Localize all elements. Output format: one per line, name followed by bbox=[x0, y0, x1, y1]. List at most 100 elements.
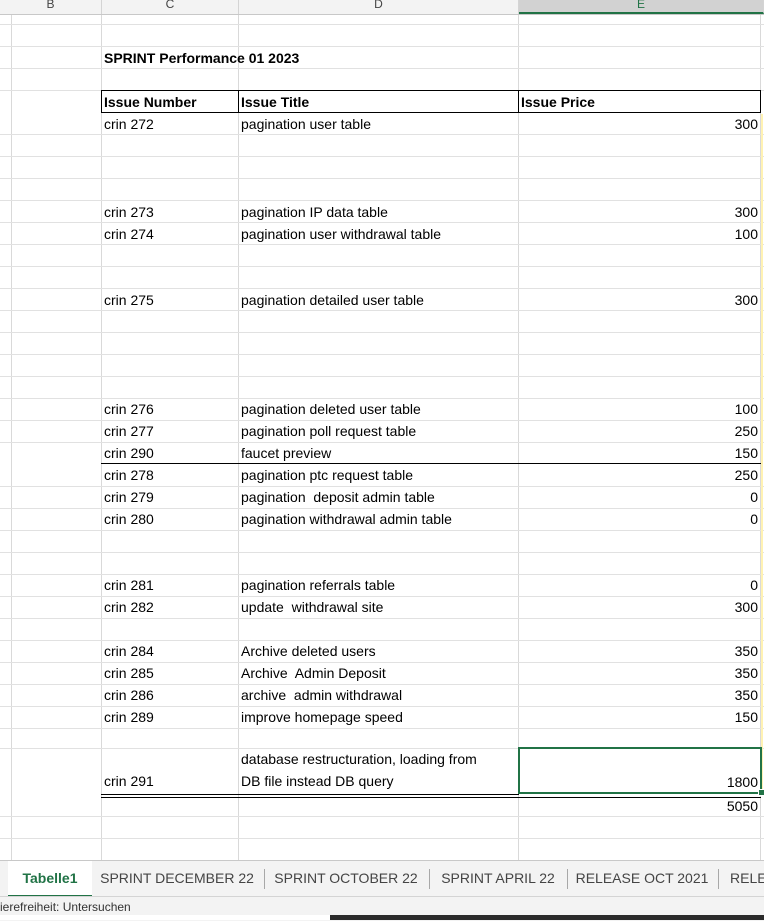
tab-separator bbox=[429, 869, 430, 889]
gridline bbox=[0, 244, 764, 245]
issue-title-cell[interactable]: pagination referrals table bbox=[241, 575, 395, 595]
tab-sprint-december-22[interactable]: SPRINT DECEMBER 22 bbox=[94, 861, 260, 895]
issue-price-cell[interactable]: 350 bbox=[521, 641, 758, 661]
header-issue-price[interactable]: Issue Price bbox=[521, 92, 595, 112]
tab-release-oct-2021[interactable]: RELEASE OCT 2021 bbox=[571, 861, 713, 895]
issue-title-cell-line2[interactable]: DB file instead DB query bbox=[241, 771, 394, 791]
issue-title-cell[interactable]: pagination user withdrawal table bbox=[241, 224, 441, 244]
row-border bbox=[101, 463, 761, 464]
tab-tabelle1[interactable]: Tabelle1 bbox=[8, 861, 92, 898]
gridline bbox=[0, 618, 764, 619]
issue-number-cell[interactable]: crin 277 bbox=[104, 421, 154, 441]
issue-price-cell[interactable]: 250 bbox=[521, 421, 758, 441]
issue-title-cell[interactable]: pagination user table bbox=[241, 114, 371, 134]
gridline bbox=[0, 332, 764, 333]
issue-title-cell[interactable]: pagination deleted user table bbox=[241, 399, 421, 419]
fill-handle[interactable] bbox=[758, 789, 764, 796]
gridline bbox=[0, 178, 764, 179]
issue-number-cell[interactable]: crin 289 bbox=[104, 707, 154, 727]
tab-sprint-october-22[interactable]: SPRINT OCTOBER 22 bbox=[268, 861, 424, 895]
issue-title-cell[interactable]: update withdrawal site bbox=[241, 597, 383, 617]
issue-number-cell[interactable]: crin 284 bbox=[104, 641, 154, 661]
gridline bbox=[0, 728, 764, 729]
issue-title-cell[interactable]: faucet preview bbox=[241, 443, 331, 463]
column-header-b[interactable]: B bbox=[0, 0, 102, 14]
gridline bbox=[0, 200, 764, 201]
column-header-d[interactable]: D bbox=[239, 0, 519, 14]
sheet-tab-bar: Tabelle1 SPRINT DECEMBER 22 SPRINT OCTOB… bbox=[0, 860, 764, 898]
issue-price-cell[interactable]: 300 bbox=[521, 114, 758, 134]
issue-price-cell[interactable]: 150 bbox=[521, 443, 758, 463]
issue-title-cell[interactable]: pagination detailed user table bbox=[241, 290, 424, 310]
issue-number-cell[interactable]: crin 281 bbox=[104, 575, 154, 595]
issue-price-cell[interactable]: 350 bbox=[521, 663, 758, 683]
issue-price-cell[interactable]: 100 bbox=[521, 224, 758, 244]
column-header-c[interactable]: C bbox=[102, 0, 239, 14]
issue-title-cell[interactable]: pagination poll request table bbox=[241, 421, 416, 441]
gridline bbox=[0, 156, 764, 157]
issue-number-cell[interactable]: crin 273 bbox=[104, 202, 154, 222]
issue-number-cell[interactable]: crin 280 bbox=[104, 509, 154, 529]
gridline bbox=[0, 838, 764, 839]
accessibility-status[interactable]: ierefreiheit: Untersuchen bbox=[0, 897, 131, 917]
column-header-e[interactable]: E bbox=[519, 0, 764, 14]
issue-number-cell[interactable]: crin 275 bbox=[104, 290, 154, 310]
issue-title-cell[interactable]: pagination ptc request table bbox=[241, 465, 413, 485]
issue-title-cell[interactable]: Archive Admin Deposit bbox=[241, 663, 386, 683]
header-border bbox=[238, 90, 239, 113]
issue-number-cell[interactable]: crin 272 bbox=[104, 114, 154, 134]
header-top-border bbox=[101, 90, 761, 91]
issue-number-cell[interactable]: crin 285 bbox=[104, 663, 154, 683]
header-issue-number[interactable]: Issue Number bbox=[104, 92, 197, 112]
header-issue-title[interactable]: Issue Title bbox=[241, 92, 309, 112]
issue-title-cell[interactable]: pagination IP data table bbox=[241, 202, 388, 222]
gridline bbox=[101, 15, 102, 860]
issue-price-cell[interactable]: 300 bbox=[521, 597, 758, 617]
issue-price-cell[interactable]: 300 bbox=[521, 290, 758, 310]
issue-title-cell[interactable]: improve homepage speed bbox=[241, 707, 403, 727]
gridline bbox=[11, 15, 12, 860]
column-header-label: B bbox=[46, 0, 55, 11]
spreadsheet-grid[interactable]: B C D E SPRINT Performance 01 2023 Issue… bbox=[0, 0, 764, 860]
issue-number-cell[interactable]: crin 276 bbox=[104, 399, 154, 419]
cell-highlight-edge bbox=[761, 114, 763, 794]
issue-price-cell[interactable]: 100 bbox=[521, 399, 758, 419]
gridline bbox=[0, 266, 764, 267]
issue-title-cell-line1[interactable]: database restructuration, loading from bbox=[241, 749, 477, 769]
issue-title-cell[interactable]: pagination withdrawal admin table bbox=[241, 509, 452, 529]
issue-price-cell[interactable]: 150 bbox=[521, 707, 758, 727]
issue-title-cell[interactable]: pagination deposit admin table bbox=[241, 487, 435, 507]
gridline bbox=[518, 15, 519, 860]
column-header-label: C bbox=[165, 0, 175, 11]
issue-number-cell[interactable]: crin 278 bbox=[104, 465, 154, 485]
tab-separator bbox=[567, 869, 568, 889]
issue-number-cell[interactable]: crin 279 bbox=[104, 487, 154, 507]
issue-price-cell[interactable]: 300 bbox=[521, 202, 758, 222]
tab-sprint-april-22[interactable]: SPRINT APRIL 22 bbox=[433, 861, 563, 895]
issue-number-cell[interactable]: crin 274 bbox=[104, 224, 154, 244]
column-header-bar: B C D E bbox=[0, 0, 764, 15]
issue-price-cell[interactable]: 350 bbox=[521, 685, 758, 705]
sheet-title: SPRINT Performance 01 2023 bbox=[104, 50, 300, 66]
total-price-cell[interactable]: 5050 bbox=[521, 796, 758, 816]
tab-rele[interactable]: RELE bbox=[722, 861, 764, 895]
issue-number-cell[interactable]: crin 286 bbox=[104, 685, 154, 705]
issue-price-cell[interactable]: 250 bbox=[521, 465, 758, 485]
issue-price-cell[interactable]: 0 bbox=[521, 487, 758, 507]
issue-title-cell[interactable]: archive admin withdrawal bbox=[241, 685, 402, 705]
gridline bbox=[0, 222, 764, 223]
issue-number-cell[interactable]: crin 282 bbox=[104, 597, 154, 617]
gridline bbox=[0, 354, 764, 355]
tab-separator bbox=[718, 869, 719, 889]
selected-cell[interactable] bbox=[518, 747, 762, 794]
header-bottom-border bbox=[101, 112, 761, 113]
gridline bbox=[0, 68, 764, 69]
issue-number-cell[interactable]: crin 291 bbox=[104, 771, 154, 791]
column-header-label: D bbox=[374, 0, 383, 11]
issue-title-cell[interactable]: Archive deleted users bbox=[241, 641, 376, 661]
issue-number-cell[interactable]: crin 290 bbox=[104, 443, 154, 463]
gridline bbox=[0, 46, 764, 47]
issue-price-cell[interactable]: 0 bbox=[521, 575, 758, 595]
gridline bbox=[0, 530, 764, 531]
issue-price-cell[interactable]: 0 bbox=[521, 509, 758, 529]
